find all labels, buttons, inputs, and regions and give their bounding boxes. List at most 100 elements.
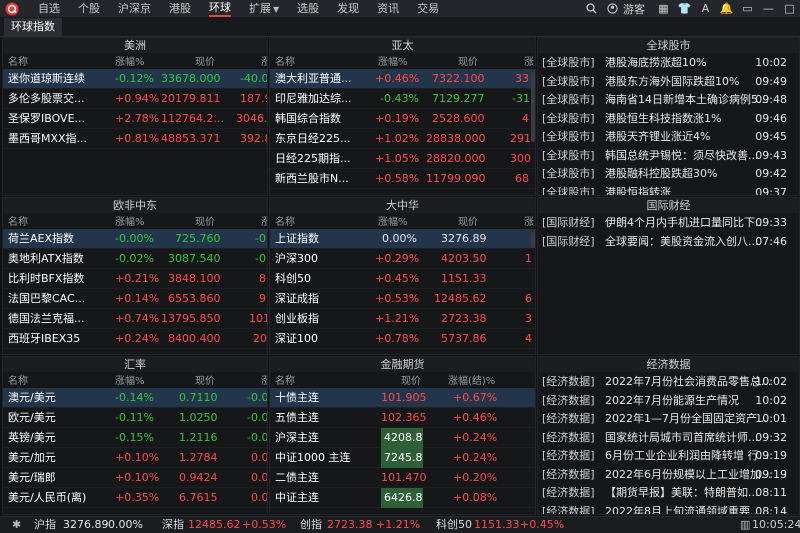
news-item[interactable]: [经济数据] 2022年6月份规模以上工业增加... 09:19 bbox=[538, 466, 799, 485]
col-name[interactable]: 名称 bbox=[275, 213, 295, 228]
table-row[interactable]: 西班牙IBEX35 +0.24% 8400.400 20 bbox=[3, 329, 267, 349]
table-row[interactable]: 澳元/美元 -0.14% 0.7110 -0.0 bbox=[3, 388, 267, 408]
nav-extend[interactable]: 扩展 ▼ bbox=[249, 0, 279, 18]
table-row[interactable]: 创业板指 +1.21% 2723.38 3 bbox=[270, 309, 535, 329]
col-price[interactable]: 现价 bbox=[401, 372, 421, 387]
nav-stock[interactable]: 个股 bbox=[78, 0, 100, 17]
nav-a-shares[interactable]: 沪深京 bbox=[118, 0, 151, 17]
news-item[interactable]: [全球股市] 韩国总统尹锡悦：须尽快改善... 09:43 bbox=[538, 147, 799, 166]
table-row[interactable]: 沪深主连 4208.8 +0.24% bbox=[270, 428, 535, 448]
table-row[interactable]: 沪深300 +0.29% 4203.50 1 bbox=[270, 249, 535, 269]
col-name[interactable]: 名称 bbox=[8, 372, 28, 387]
maximize-icon[interactable]: □ bbox=[779, 0, 800, 17]
table-row[interactable]: 澳大利亚普通... +0.46% 7322.100 33 bbox=[270, 69, 535, 89]
col-name[interactable]: 名称 bbox=[8, 53, 28, 68]
news-item[interactable]: [全球股市] 港股恒生科技指数涨1% 09:46 bbox=[538, 110, 799, 129]
col-chg[interactable]: 涨 bbox=[261, 372, 267, 387]
news-item[interactable]: [经济数据] 国家统计局城市司首席统计师... 09:32 bbox=[538, 429, 799, 448]
table-row[interactable]: 新西兰股市N... +0.58% 11799.090 68 bbox=[270, 169, 535, 189]
table-row[interactable]: 比利时BFX指数 +0.21% 3848.100 8 bbox=[3, 269, 267, 289]
col-chg[interactable]: 涨 bbox=[524, 213, 534, 228]
col-price[interactable]: 现价 bbox=[458, 213, 478, 228]
news-item[interactable]: [经济数据] 2022年7月份能源生产情况 10:02 bbox=[538, 392, 799, 411]
table-row[interactable]: 上证指数 0.00% 3276.89 bbox=[270, 229, 535, 249]
table-row[interactable]: 德国法兰克福... +0.74% 13795.850 101 bbox=[3, 309, 267, 329]
table-row[interactable]: 五债主连 102.365 +0.46% bbox=[270, 408, 535, 428]
guest-label[interactable]: 游客 bbox=[623, 1, 645, 17]
news-item[interactable]: [全球股市] 港股天齐锂业涨近4% 09:45 bbox=[538, 128, 799, 147]
nav-watchlist[interactable]: 自选 bbox=[38, 0, 60, 17]
table-row[interactable]: 科创50 +0.45% 1151.33 bbox=[270, 269, 535, 289]
table-row[interactable]: 日经225期指... +1.05% 28820.000 300 bbox=[270, 149, 535, 169]
user-icon[interactable] bbox=[602, 0, 623, 17]
status-index-name[interactable]: 创指 bbox=[300, 517, 322, 533]
table-row[interactable]: 圣保罗IBOVE... +2.78% 112764.2... 3046.3 bbox=[3, 109, 267, 129]
nav-global[interactable]: 环球 bbox=[209, 0, 231, 17]
col-pct[interactable]: 涨幅% bbox=[115, 53, 145, 68]
table-row[interactable]: 美元/人民币(离) +0.35% 6.7615 0.0 bbox=[3, 488, 267, 508]
grid-icon[interactable]: ▦ bbox=[653, 0, 674, 17]
news-item[interactable]: [全球股市] 港股融科控股跌超30% 09:42 bbox=[538, 165, 799, 184]
news-item[interactable]: [全球股市] 港股东方海外国际跌超10% 09:49 bbox=[538, 73, 799, 92]
app-logo-icon[interactable] bbox=[3, 0, 20, 17]
table-row[interactable]: 印尼雅加达综... -0.43% 7129.277 -31 bbox=[270, 89, 535, 109]
screen-icon[interactable]: ▭ bbox=[737, 0, 758, 17]
table-row[interactable]: 东京日经225... +1.02% 28838.000 291 bbox=[270, 129, 535, 149]
table-row[interactable]: 法国巴黎CAC... +0.14% 6553.860 9 bbox=[3, 289, 267, 309]
search-icon[interactable] bbox=[581, 0, 602, 17]
col-pct[interactable]: 涨幅(结)% bbox=[448, 372, 495, 387]
status-index-name[interactable]: 深指 bbox=[162, 517, 184, 533]
minimize-icon[interactable]: — bbox=[758, 0, 779, 17]
col-price[interactable]: 现价 bbox=[458, 53, 478, 68]
news-item[interactable]: [经济数据] 6月份工业企业利润由降转增 行... 09:19 bbox=[538, 447, 799, 466]
table-row[interactable]: 迷你道琼斯连续 -0.12% 33678.000 -40.0 bbox=[3, 69, 267, 89]
tab-global-index[interactable]: 环球指数 bbox=[4, 18, 62, 36]
table-row[interactable]: 中证1000 主连 7245.8 +0.24% bbox=[270, 448, 535, 468]
col-pct[interactable]: 涨幅% bbox=[378, 213, 408, 228]
col-pct[interactable]: 涨幅% bbox=[378, 53, 408, 68]
col-name[interactable]: 名称 bbox=[8, 213, 28, 228]
table-row[interactable]: 深证成指 +0.53% 12485.62 6 bbox=[270, 289, 535, 309]
news-item[interactable]: [全球股市] 海南省14日新增本土确诊病例5... 09:48 bbox=[538, 91, 799, 110]
scrollbar[interactable] bbox=[531, 232, 535, 248]
nav-trade[interactable]: 交易 bbox=[417, 0, 439, 17]
news-item[interactable]: [经济数据] 2022年7月份社会消费品零售总... 10:02 bbox=[538, 373, 799, 392]
col-name[interactable]: 名称 bbox=[275, 372, 295, 387]
shirt-icon[interactable]: 👕 bbox=[674, 0, 695, 17]
news-item[interactable]: [经济数据] 2022年8月上旬流通领域重要... 08:14 bbox=[538, 503, 799, 515]
news-item[interactable]: [全球股市] 港股恒指转涨 09:37 bbox=[538, 184, 799, 196]
col-pct[interactable]: 涨幅% bbox=[115, 372, 145, 387]
col-chg[interactable]: 涨 bbox=[261, 213, 267, 228]
status-index-name[interactable]: 科创50 bbox=[436, 517, 472, 533]
col-price[interactable]: 现价 bbox=[195, 213, 215, 228]
news-item[interactable]: [全球股市] 港股海底捞涨超10% 10:02 bbox=[538, 54, 799, 73]
news-item[interactable]: [经济数据] 2022年1—7月份全国固定资产... 10:01 bbox=[538, 410, 799, 429]
col-chg[interactable]: 涨 bbox=[261, 53, 267, 68]
table-row[interactable]: 深证100 +0.78% 5737.86 4 bbox=[270, 329, 535, 349]
news-item[interactable]: [国际财经] 全球要闻：美股资金流入创八... 07:46 bbox=[538, 233, 799, 252]
col-price[interactable]: 现价 bbox=[195, 372, 215, 387]
nav-screener[interactable]: 选股 bbox=[297, 0, 319, 17]
font-size-icon[interactable]: A bbox=[695, 0, 716, 17]
status-index-name[interactable]: 沪指 bbox=[34, 517, 56, 533]
table-row[interactable]: 美元/瑞郎 +0.10% 0.9424 0.0 bbox=[3, 468, 267, 488]
table-row[interactable]: 多伦多股票交... +0.94% 20179.811 187.9 bbox=[3, 89, 267, 109]
table-row[interactable]: 二债主连 101.470 +0.20% bbox=[270, 468, 535, 488]
bell-icon[interactable]: 🔔 bbox=[716, 0, 737, 17]
table-row[interactable]: 韩国综合指数 +0.19% 2528.600 4 bbox=[270, 109, 535, 129]
col-price[interactable]: 现价 bbox=[195, 53, 215, 68]
settings-gear-icon[interactable]: ✱ bbox=[12, 517, 21, 533]
col-chg[interactable]: 涨 bbox=[524, 53, 534, 68]
table-row[interactable]: 欧元/美元 -0.11% 1.0250 -0.0 bbox=[3, 408, 267, 428]
scrollbar[interactable] bbox=[531, 72, 535, 142]
news-item[interactable]: [经济数据] 【期货早报】美联：特朗普如... 08:11 bbox=[538, 484, 799, 503]
col-name[interactable]: 名称 bbox=[275, 53, 295, 68]
nav-news[interactable]: 资讯 bbox=[377, 0, 399, 17]
table-row[interactable]: 荷兰AEX指数 -0.00% 725.760 -0 bbox=[3, 229, 267, 249]
table-row[interactable]: 十债主连 101.905 +0.67% bbox=[270, 388, 535, 408]
table-row[interactable]: 美元/加元 +0.10% 1.2784 0.0 bbox=[3, 448, 267, 468]
nav-discover[interactable]: 发现 bbox=[337, 0, 359, 17]
table-row[interactable]: 墨西哥MXX指... +0.81% 48853.371 392.8 bbox=[3, 129, 267, 149]
table-row[interactable]: 中证主连 6426.8 +0.08% bbox=[270, 488, 535, 508]
table-row[interactable]: 英镑/美元 -0.15% 1.2116 -0.0 bbox=[3, 428, 267, 448]
